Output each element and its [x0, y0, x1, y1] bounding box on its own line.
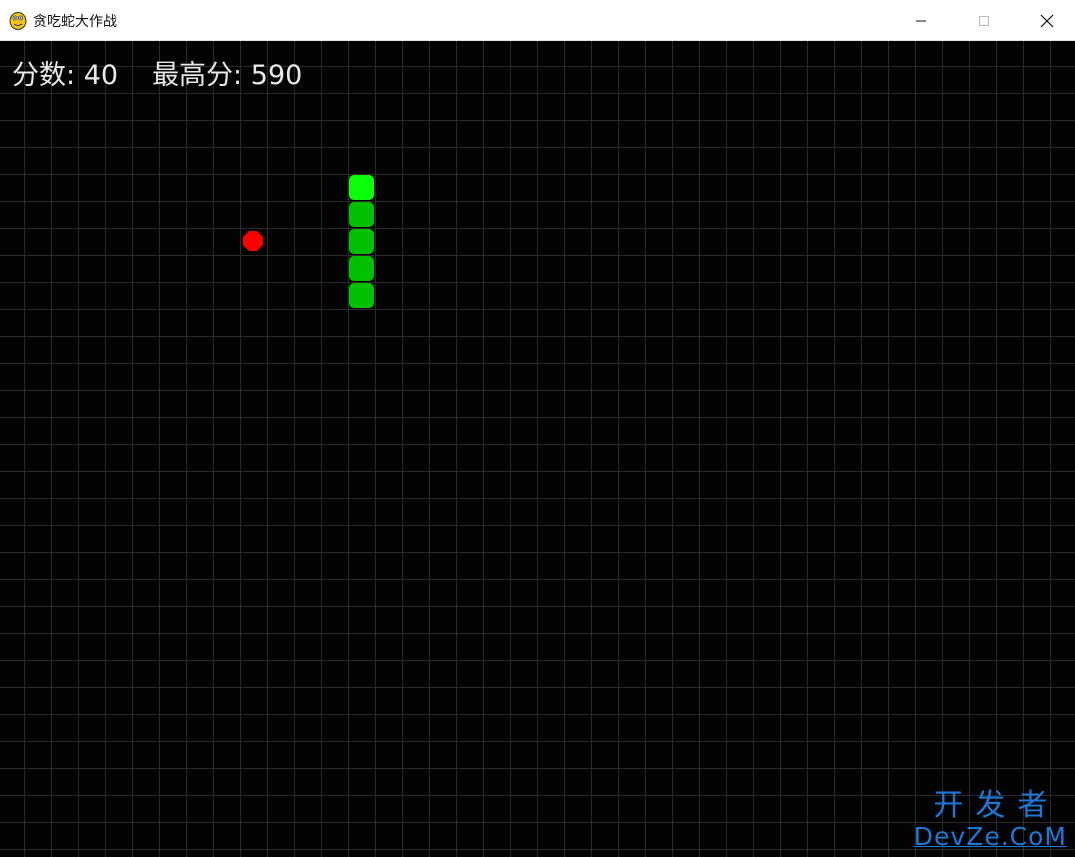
- food-apple: [243, 231, 263, 251]
- snake-body-segment: [349, 283, 374, 308]
- score-display: 分数: 40 最高分: 590: [12, 53, 302, 92]
- game-board[interactable]: 分数: 40 最高分: 590 开发者 DevZe.CoM: [0, 41, 1075, 857]
- minimize-icon: [916, 20, 926, 21]
- title-bar[interactable]: 贪吃蛇大作战: [0, 0, 1075, 41]
- window-title: 贪吃蛇大作战: [33, 14, 117, 30]
- watermark-en: DevZe.CoM: [913, 822, 1067, 851]
- snake-body-segment: [349, 202, 374, 227]
- highscore-label: 最高分:: [152, 60, 243, 91]
- highscore-value: 590: [250, 60, 303, 91]
- snake-head: [349, 175, 374, 200]
- close-icon: [1040, 14, 1054, 27]
- watermark: 开发者 DevZe.CoM: [914, 789, 1067, 851]
- snake-body-segment: [349, 256, 374, 281]
- board-grid: [0, 41, 1075, 857]
- python-snake-icon: [9, 12, 27, 30]
- maximize-icon: [979, 15, 989, 26]
- game-window: 贪吃蛇大作战 分数: 40 最高分: 590 开发者 DevZe.CoM: [0, 0, 1075, 857]
- maximize-button[interactable]: [956, 0, 1012, 41]
- minimize-button[interactable]: [893, 0, 949, 41]
- score-value: 40: [83, 60, 119, 91]
- watermark-cn: 开发者: [933, 788, 1060, 823]
- score-label: 分数:: [12, 60, 76, 91]
- close-button[interactable]: [1019, 0, 1075, 41]
- snake-body-segment: [349, 229, 374, 254]
